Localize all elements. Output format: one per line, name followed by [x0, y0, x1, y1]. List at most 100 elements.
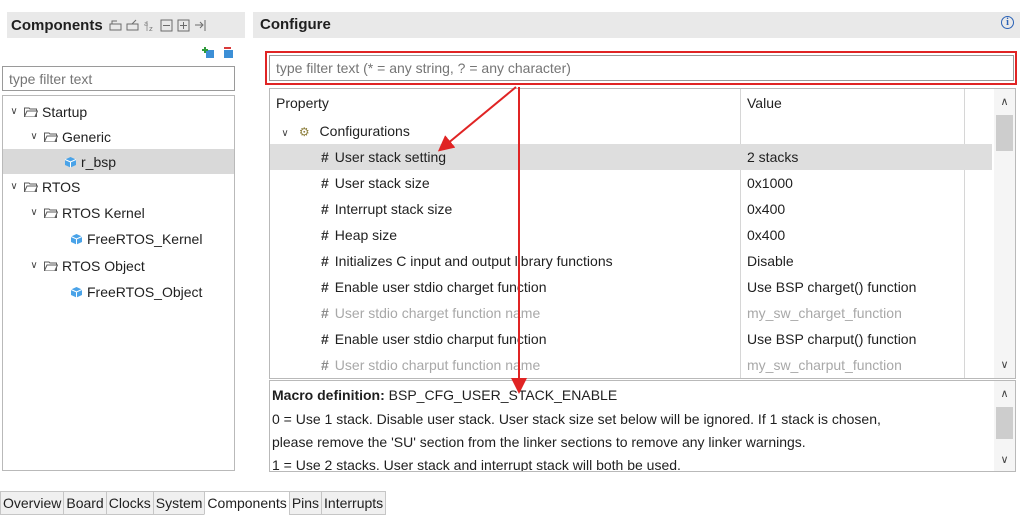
components-header: Components az: [7, 12, 245, 38]
tab-interrupts[interactable]: Interrupts: [321, 491, 387, 515]
table-row[interactable]: # User stdio charput function name my_sw_…: [270, 352, 992, 378]
description-text: 1 = Use 2 stacks. User stack and interru…: [272, 457, 681, 472]
hash-icon: #: [321, 253, 329, 269]
component-icon: [64, 156, 77, 167]
tree-item-rtos-kernel[interactable]: ∨ RTOS Kernel: [29, 200, 234, 225]
svg-text:z: z: [149, 25, 153, 32]
table-row[interactable]: # User stack size 0x1000: [270, 170, 992, 196]
tree-group-configurations[interactable]: ∨ ⚙ Configurations: [270, 118, 992, 144]
tree-item-generic[interactable]: ∨ Generic: [29, 124, 234, 149]
scrollbar-thumb[interactable]: [996, 407, 1013, 439]
macro-label: Macro definition:: [272, 387, 385, 403]
hash-icon: #: [321, 201, 329, 217]
editor-tabs: Overview Board Clocks System Components …: [0, 491, 387, 515]
scroll-down-icon[interactable]: ∨: [994, 356, 1015, 374]
tree-item-label: RTOS: [42, 178, 81, 195]
tree-item-startup[interactable]: ∨ Startup: [9, 99, 234, 124]
expand-all-icon[interactable]: [126, 19, 139, 32]
configure-filter-input[interactable]: [269, 55, 1014, 81]
folder-open-icon: [44, 261, 58, 271]
folder-open-icon: [24, 182, 38, 192]
gear-icon: ⚙: [298, 125, 310, 139]
property-cell: # Enable user stdio charput function: [321, 326, 547, 352]
remove-component-icon[interactable]: [221, 46, 235, 59]
description-scrollbar[interactable]: ∧ ∨: [994, 381, 1015, 471]
chevron-down-icon[interactable]: ∨: [29, 207, 39, 218]
component-icon: [70, 286, 83, 297]
property-name: User stack size: [334, 175, 430, 191]
configure-header: Configure i: [253, 12, 1020, 38]
tab-clocks[interactable]: Clocks: [105, 491, 153, 515]
table-row[interactable]: # Initializes C input and output library …: [270, 248, 992, 274]
property-cell: # Initializes C input and output library …: [321, 248, 613, 274]
table-row[interactable]: # User stack setting 2 stacks: [270, 144, 992, 170]
hash-icon: #: [321, 149, 329, 165]
group-row: ∨ ⚙ Configurations: [280, 118, 410, 144]
collapse-all-icon[interactable]: [109, 19, 122, 32]
tree-item-r-bsp[interactable]: r_bsp: [3, 149, 234, 174]
chevron-down-icon[interactable]: ∨: [29, 131, 39, 142]
tab-system[interactable]: System: [152, 491, 205, 515]
property-cell: # Interrupt stack size: [321, 196, 452, 222]
chevron-down-icon[interactable]: ∨: [29, 260, 39, 271]
scroll-up-icon[interactable]: ∧: [994, 385, 1015, 403]
tab-components[interactable]: Components: [204, 491, 289, 515]
value-cell[interactable]: 0x400: [747, 196, 785, 222]
value-cell[interactable]: Use BSP charget() function: [747, 274, 916, 300]
property-name: User stdio charget function name: [334, 305, 541, 321]
hash-icon: #: [321, 331, 329, 347]
add-component-icon[interactable]: [201, 46, 215, 59]
scroll-down-icon[interactable]: ∨: [994, 451, 1015, 469]
column-header-value[interactable]: Value: [741, 89, 963, 117]
folder-open-icon: [44, 132, 58, 142]
value-cell[interactable]: 0x400: [747, 222, 785, 248]
sort-icon[interactable]: az: [143, 19, 156, 32]
tree-item-label: FreeRTOS_Kernel: [87, 230, 203, 247]
scrollbar-thumb[interactable]: [996, 115, 1013, 151]
table-row[interactable]: # Enable user stdio charput function Use …: [270, 326, 992, 352]
table-row[interactable]: # Heap size 0x400: [270, 222, 992, 248]
property-cell: # Heap size: [321, 222, 397, 248]
table-row[interactable]: # User stdio charget function name my_sw_…: [270, 300, 992, 326]
tree-item-rtos-object[interactable]: ∨ RTOS Object: [29, 253, 234, 278]
value-cell[interactable]: Use BSP charput() function: [747, 326, 916, 352]
property-name: Enable user stdio charget function: [334, 279, 547, 295]
chevron-down-icon[interactable]: ∨: [9, 181, 19, 192]
info-icon[interactable]: i: [1001, 16, 1014, 29]
hash-icon: #: [321, 227, 329, 243]
tree-item-freertos-object[interactable]: FreeRTOS_Object: [70, 279, 234, 304]
components-filter-input[interactable]: [2, 66, 235, 91]
scroll-up-icon[interactable]: ∧: [994, 93, 1015, 111]
tree-item-rtos[interactable]: ∨ RTOS: [9, 174, 234, 199]
table-scrollbar[interactable]: ∧ ∨: [994, 89, 1015, 378]
property-name: Initializes C input and output library f…: [334, 253, 613, 269]
hash-icon: #: [321, 305, 329, 321]
svg-text:a: a: [144, 20, 148, 28]
column-header-property[interactable]: Property: [270, 89, 740, 117]
table-row[interactable]: # Enable user stdio charget function Use …: [270, 274, 992, 300]
tree-item-label: Startup: [42, 103, 88, 120]
value-cell[interactable]: my_sw_charput_function: [747, 352, 902, 378]
value-cell[interactable]: my_sw_charget_function: [747, 300, 902, 326]
tab-board[interactable]: Board: [63, 491, 106, 515]
link-editor-icon[interactable]: [194, 19, 207, 32]
chevron-down-icon[interactable]: ∨: [9, 106, 19, 117]
value-cell[interactable]: 0x1000: [747, 170, 793, 196]
value-cell[interactable]: 2 stacks: [747, 144, 798, 170]
tree-item-label: Generic: [62, 128, 112, 145]
tab-overview[interactable]: Overview: [0, 491, 64, 515]
tree-item-label: FreeRTOS_Object: [87, 283, 203, 300]
folder-open-icon: [44, 208, 58, 218]
value-cell[interactable]: Disable: [747, 248, 794, 274]
table-row[interactable]: # Interrupt stack size 0x400: [270, 196, 992, 222]
tree-item-label: RTOS Object: [62, 257, 145, 274]
tree-item-label: RTOS Kernel: [62, 204, 145, 221]
folder-open-icon: [24, 107, 38, 117]
tree-item-freertos-kernel[interactable]: FreeRTOS_Kernel: [70, 226, 234, 251]
property-name: User stack setting: [334, 149, 447, 165]
property-name: Heap size: [334, 227, 398, 243]
collapse-icon[interactable]: [160, 19, 173, 32]
expand-icon[interactable]: [177, 19, 190, 32]
tab-pins[interactable]: Pins: [288, 491, 322, 515]
property-name: Interrupt stack size: [334, 201, 453, 217]
